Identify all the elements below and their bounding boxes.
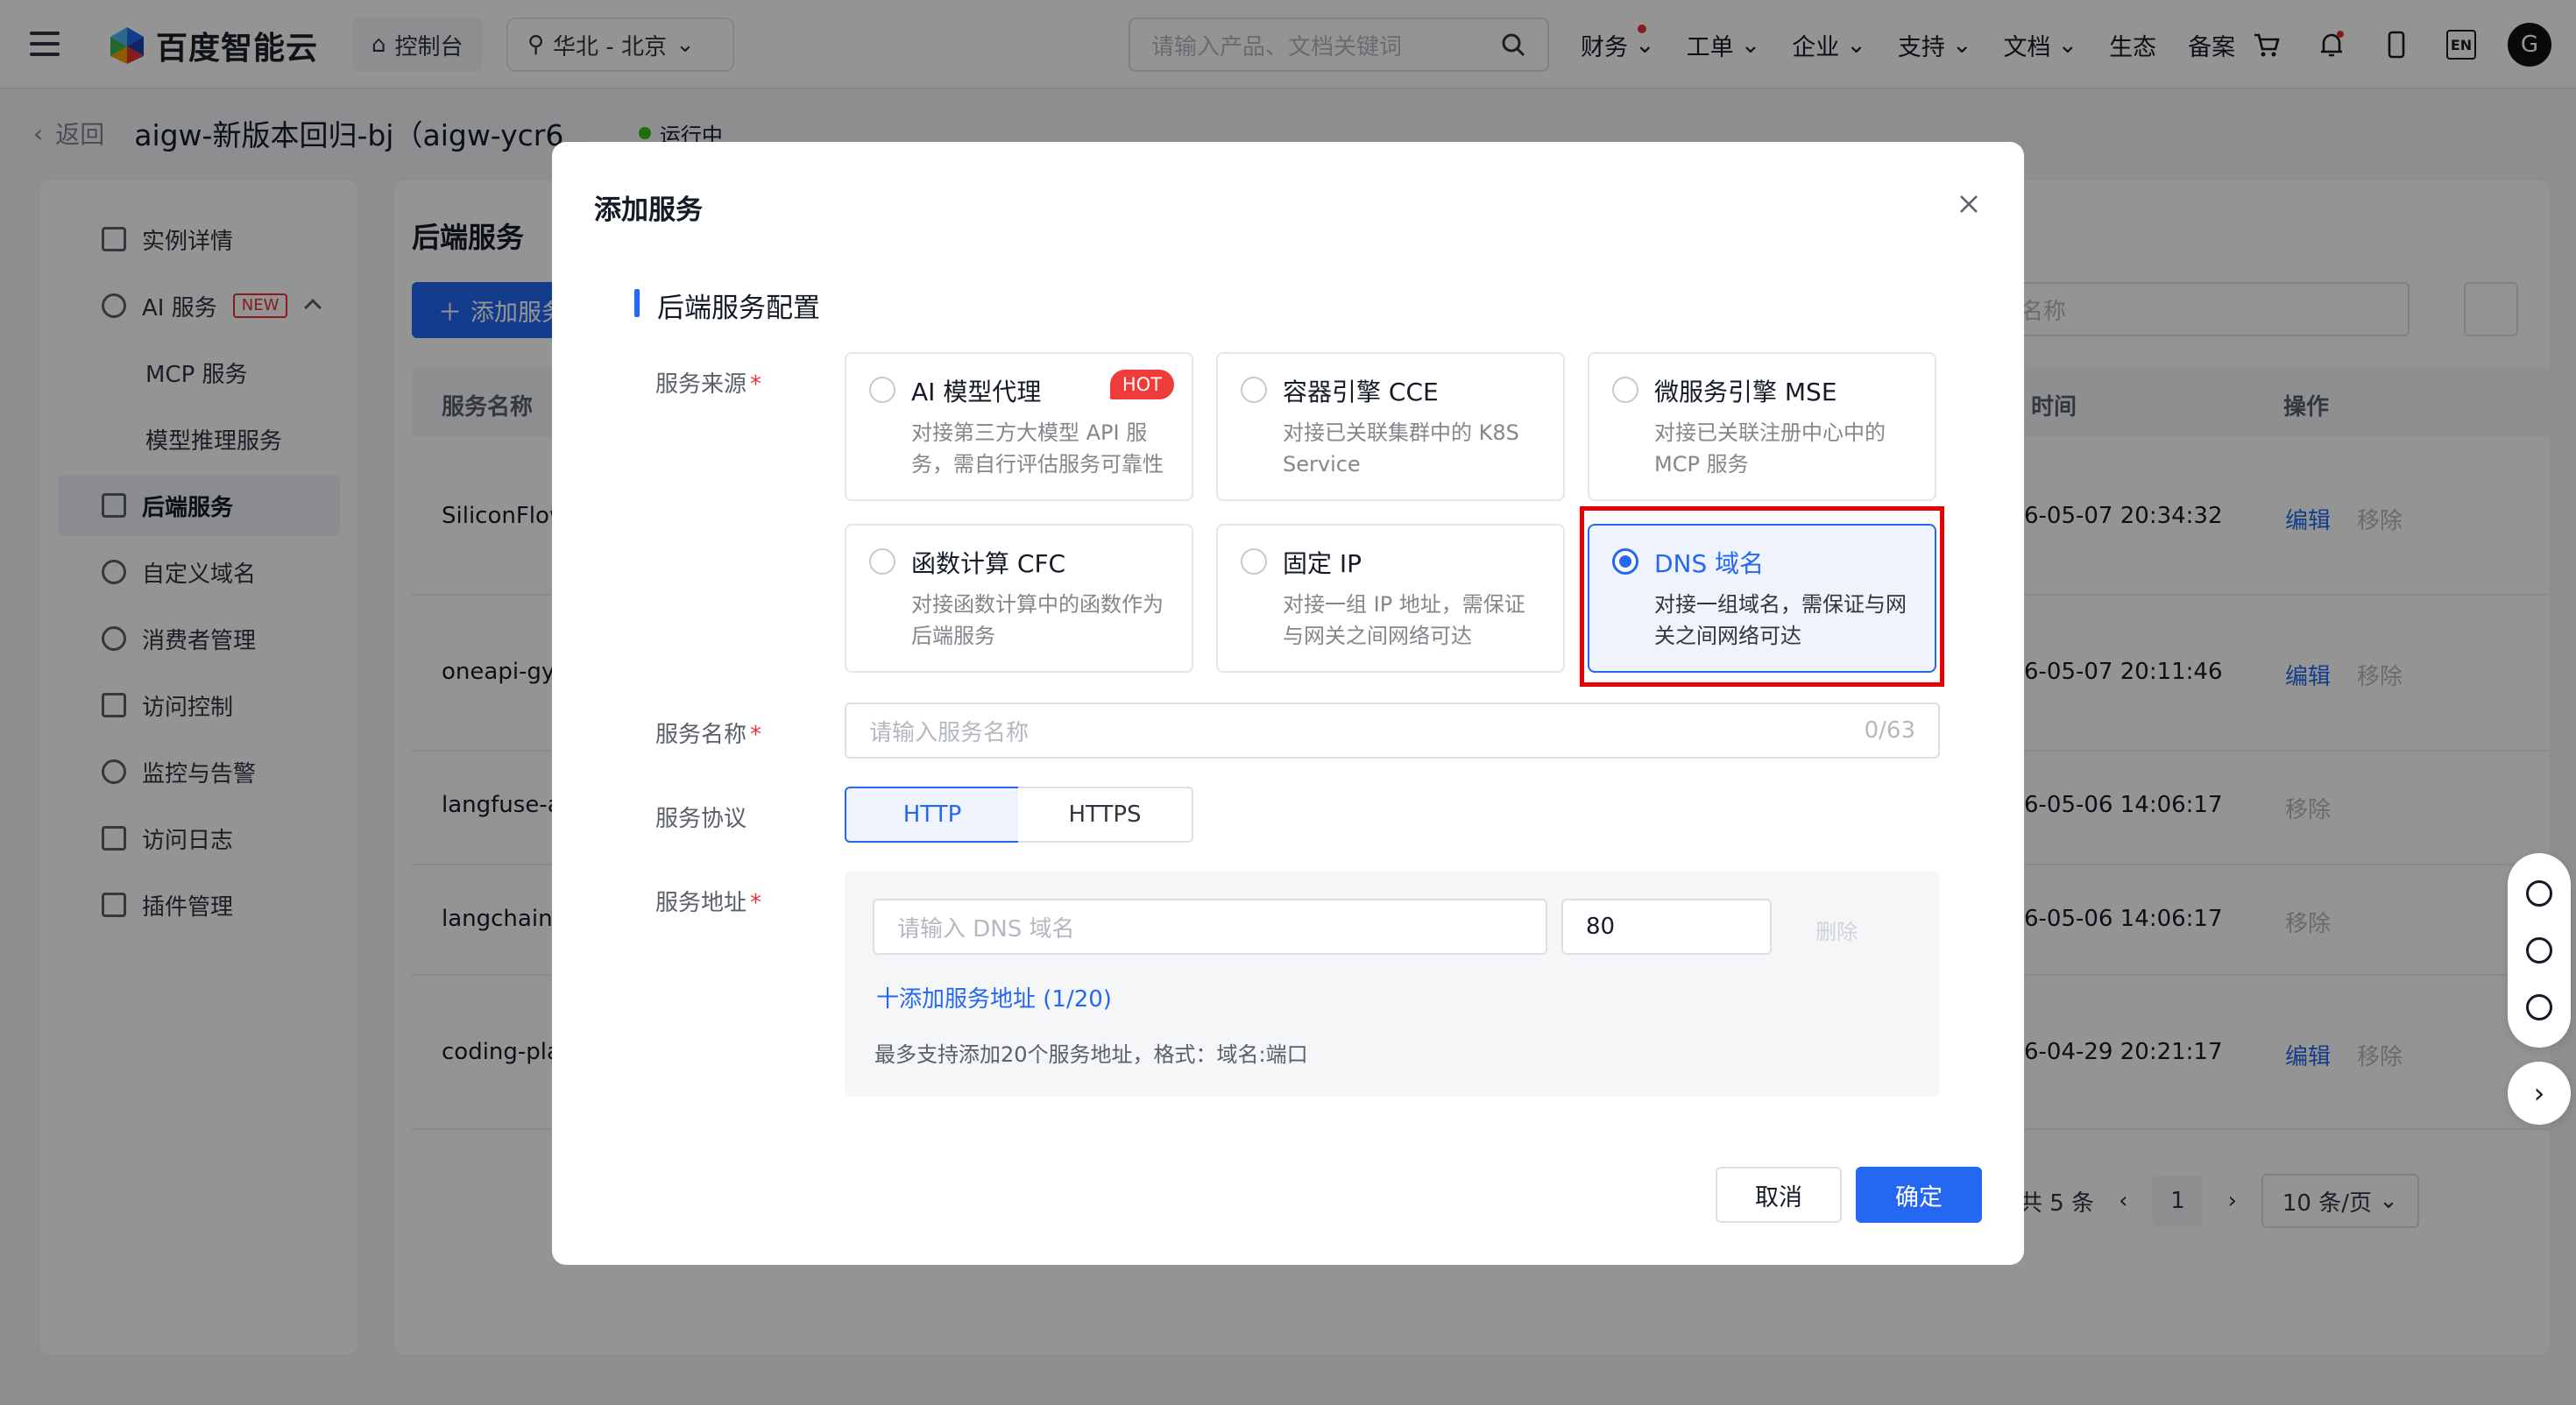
source-card-cce[interactable]: 容器引擎 CCE 对接已关联集群中的 K8S Service bbox=[1216, 352, 1565, 501]
phone-call-icon[interactable] bbox=[2526, 993, 2552, 1020]
hot-badge: HOT bbox=[1109, 370, 1174, 399]
char-counter: 0/63 bbox=[1864, 717, 1915, 744]
radio-button[interactable] bbox=[869, 377, 895, 403]
service-name-input[interactable]: 请输入服务名称 0/63 bbox=[845, 702, 1940, 759]
delete-button[interactable]: 删除 bbox=[1815, 914, 1858, 945]
radio-button[interactable] bbox=[869, 548, 895, 575]
heart-icon[interactable] bbox=[2526, 880, 2552, 907]
card-title: 容器引擎 CCE bbox=[1283, 378, 1439, 406]
confirm-button[interactable]: 确定 bbox=[1856, 1167, 1982, 1223]
modal-title: 添加服务 bbox=[594, 194, 703, 226]
address-label: 服务地址 * bbox=[655, 890, 762, 916]
help-icon[interactable] bbox=[2526, 936, 2552, 964]
address-hint: 最多支持添加20个服务地址，格式：域名:端口 bbox=[874, 1042, 1308, 1067]
close-icon[interactable] bbox=[1956, 191, 1982, 217]
source-card-mse[interactable]: 微服务引擎 MSE 对接已关联注册中心中的 MCP 服务 bbox=[1588, 352, 1936, 501]
selection-highlight-box bbox=[1580, 506, 1944, 687]
card-title: 微服务引擎 MSE bbox=[1654, 378, 1837, 406]
source-card-fixed-ip[interactable]: 固定 IP 对接一组 IP 地址，需保证与网关之间网络可达 bbox=[1216, 524, 1565, 673]
section-title: 后端服务配置 bbox=[657, 293, 820, 324]
card-desc: 对接已关联集群中的 K8S Service bbox=[1283, 420, 1519, 477]
card-title: 固定 IP bbox=[1283, 549, 1362, 578]
card-desc: 对接第三方大模型 API 服务，需自行评估服务可靠性 bbox=[911, 420, 1164, 477]
name-label: 服务名称 * bbox=[655, 722, 762, 748]
card-desc: 对接一组 IP 地址，需保证与网关之间网络可达 bbox=[1283, 592, 1525, 648]
protocol-http[interactable]: HTTP bbox=[845, 787, 1020, 843]
card-desc: 对接函数计算中的函数作为后端服务 bbox=[911, 592, 1164, 648]
radio-button[interactable] bbox=[1241, 548, 1267, 575]
source-card-cfc[interactable]: 函数计算 CFC 对接函数计算中的函数作为后端服务 bbox=[845, 524, 1193, 673]
protocol-label: 服务协议 bbox=[655, 806, 747, 832]
radio-button[interactable] bbox=[1612, 377, 1638, 403]
name-placeholder: 请输入服务名称 bbox=[869, 719, 1030, 746]
dns-input[interactable]: 请输入 DNS 域名 bbox=[873, 899, 1547, 955]
section-accent-bar bbox=[634, 289, 640, 317]
cancel-button[interactable]: 取消 bbox=[1716, 1167, 1842, 1223]
floating-toolbar bbox=[2508, 853, 2571, 1048]
card-title: 函数计算 CFC bbox=[911, 549, 1066, 578]
radio-button[interactable] bbox=[1241, 377, 1267, 403]
port-input[interactable]: 80 bbox=[1561, 899, 1772, 955]
protocol-https[interactable]: HTTPS bbox=[1018, 787, 1193, 843]
add-address-link[interactable]: 十添加服务地址 (1/20) bbox=[876, 981, 1112, 1013]
chevron-right-icon[interactable]: › bbox=[2508, 1062, 2571, 1125]
source-card-ai-model-proxy[interactable]: HOT AI 模型代理 对接第三方大模型 API 服务，需自行评估服务可靠性 bbox=[845, 352, 1193, 501]
card-desc: 对接已关联注册中心中的 MCP 服务 bbox=[1654, 420, 1886, 477]
source-label: 服务来源 * bbox=[655, 371, 762, 398]
